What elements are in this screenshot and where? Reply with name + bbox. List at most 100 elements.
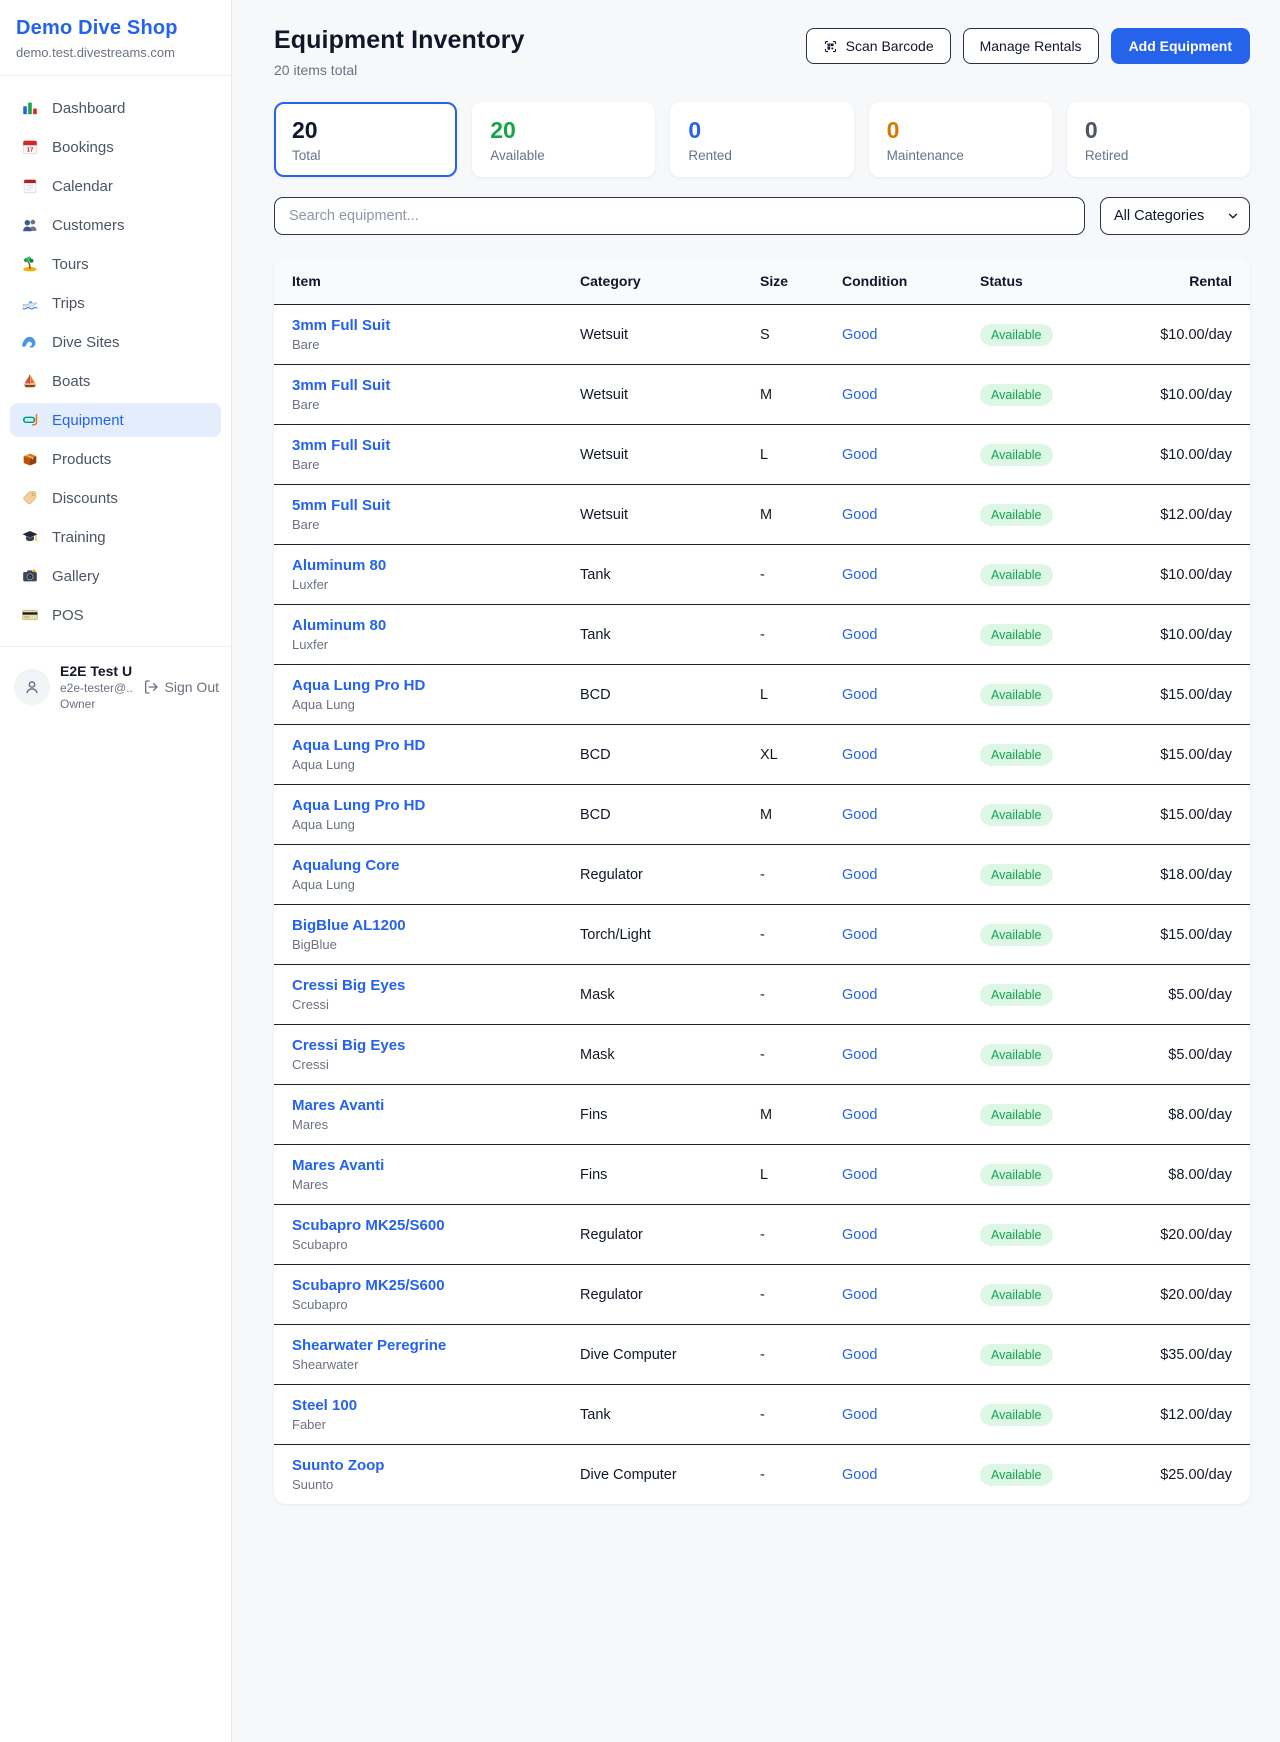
brand-title[interactable]: Demo Dive Shop — [16, 17, 215, 40]
equipment-table: Item Category Size Condition Status Rent… — [274, 258, 1250, 1504]
table-row: Scubapro MK25/S600 Scubapro Regulator - … — [274, 1205, 1250, 1265]
stat-card-available[interactable]: 20 Available — [472, 102, 655, 177]
stat-card-rented[interactable]: 0 Rented — [670, 102, 853, 177]
condition-link[interactable]: Good — [842, 1167, 877, 1183]
people-icon — [21, 216, 39, 234]
item-name-link[interactable]: Scubapro MK25/S600 — [292, 1277, 445, 1294]
item-name-link[interactable]: Aluminum 80 — [292, 617, 386, 634]
condition-link[interactable]: Good — [842, 507, 877, 523]
sidebar-item-tours[interactable]: Tours — [10, 247, 221, 281]
stat-card-total[interactable]: 20 Total — [274, 102, 457, 177]
condition-link[interactable]: Good — [842, 1347, 877, 1363]
stat-value: 0 — [887, 117, 1034, 144]
table-row: Aqua Lung Pro HD Aqua Lung BCD XL Good A… — [274, 725, 1250, 785]
stat-card-retired[interactable]: 0 Retired — [1067, 102, 1250, 177]
condition-link[interactable]: Good — [842, 1407, 877, 1423]
stat-card-maintenance[interactable]: 0 Maintenance — [869, 102, 1052, 177]
item-name-link[interactable]: Cressi Big Eyes — [292, 977, 405, 994]
sidebar-item-equipment[interactable]: Equipment — [10, 403, 221, 437]
item-name-link[interactable]: Scubapro MK25/S600 — [292, 1217, 445, 1234]
item-rental: $15.00/day — [1130, 665, 1250, 725]
item-name-link[interactable]: Aqua Lung Pro HD — [292, 797, 425, 814]
sidebar-item-gallery[interactable]: Gallery — [10, 559, 221, 593]
manage-rentals-button[interactable]: Manage Rentals — [963, 28, 1099, 64]
package-icon — [21, 450, 39, 468]
condition-link[interactable]: Good — [842, 387, 877, 403]
sidebar-item-boats[interactable]: Boats — [10, 364, 221, 398]
sidebar-item-discounts[interactable]: Discounts — [10, 481, 221, 515]
condition-link[interactable]: Good — [842, 327, 877, 343]
item-name-link[interactable]: Aqua Lung Pro HD — [292, 737, 425, 754]
item-size: L — [760, 1145, 842, 1205]
sidebar-nav: Dashboard 17 Bookings Calendar Customers… — [0, 76, 231, 647]
sidebar: Demo Dive Shop demo.test.divestreams.com… — [0, 0, 232, 1742]
condition-link[interactable]: Good — [842, 1287, 877, 1303]
status-badge: Available — [980, 504, 1053, 526]
item-name-link[interactable]: 3mm Full Suit — [292, 377, 390, 394]
app-root: Demo Dive Shop demo.test.divestreams.com… — [0, 0, 1280, 1742]
condition-link[interactable]: Good — [842, 447, 877, 463]
status-badge: Available — [980, 924, 1053, 946]
status-badge: Available — [980, 984, 1053, 1006]
sidebar-item-label: Gallery — [52, 568, 100, 585]
condition-link[interactable]: Good — [842, 747, 877, 763]
table-row: Suunto Zoop Suunto Dive Computer - Good … — [274, 1445, 1250, 1505]
scan-barcode-button[interactable]: Scan Barcode — [806, 28, 951, 64]
item-size: - — [760, 905, 842, 965]
condition-link[interactable]: Good — [842, 987, 877, 1003]
sidebar-item-pos[interactable]: POS — [10, 598, 221, 632]
sidebar-item-trips[interactable]: Trips — [10, 286, 221, 320]
stat-label: Retired — [1085, 148, 1232, 163]
condition-link[interactable]: Good — [842, 1467, 877, 1483]
sidebar-item-label: Training — [52, 529, 106, 546]
item-name-link[interactable]: Aqua Lung Pro HD — [292, 677, 425, 694]
item-category: BCD — [580, 785, 760, 845]
sidebar-item-products[interactable]: Products — [10, 442, 221, 476]
item-name-link[interactable]: Suunto Zoop — [292, 1457, 384, 1474]
table-row: Cressi Big Eyes Cressi Mask - Good Avail… — [274, 1025, 1250, 1085]
item-brand: Bare — [292, 397, 580, 412]
item-name-link[interactable]: Mares Avanti — [292, 1157, 384, 1174]
item-name-link[interactable]: Aqualung Core — [292, 857, 400, 874]
condition-link[interactable]: Good — [842, 687, 877, 703]
condition-link[interactable]: Good — [842, 567, 877, 583]
condition-link[interactable]: Good — [842, 807, 877, 823]
sidebar-item-calendar[interactable]: Calendar — [10, 169, 221, 203]
item-name-link[interactable]: 5mm Full Suit — [292, 497, 390, 514]
sidebar-item-bookings[interactable]: 17 Bookings — [10, 130, 221, 164]
item-brand: Suunto — [292, 1477, 580, 1492]
search-input[interactable] — [274, 197, 1085, 235]
item-size: S — [760, 305, 842, 365]
item-name-link[interactable]: Shearwater Peregrine — [292, 1337, 446, 1354]
item-name-link[interactable]: Steel 100 — [292, 1397, 357, 1414]
sign-out-button[interactable]: Sign Out — [143, 679, 219, 695]
item-name-link[interactable]: 3mm Full Suit — [292, 317, 390, 334]
item-name-link[interactable]: Cressi Big Eyes — [292, 1037, 405, 1054]
item-category: Wetsuit — [580, 305, 760, 365]
credit-card-icon — [21, 606, 39, 624]
item-name-link[interactable]: 3mm Full Suit — [292, 437, 390, 454]
condition-link[interactable]: Good — [842, 627, 877, 643]
sidebar-item-dashboard[interactable]: Dashboard — [10, 91, 221, 125]
status-badge: Available — [980, 1224, 1053, 1246]
condition-link[interactable]: Good — [842, 1047, 877, 1063]
item-name-link[interactable]: Mares Avanti — [292, 1097, 384, 1114]
condition-link[interactable]: Good — [842, 1227, 877, 1243]
item-rental: $8.00/day — [1130, 1085, 1250, 1145]
condition-link[interactable]: Good — [842, 867, 877, 883]
item-size: M — [760, 485, 842, 545]
condition-link[interactable]: Good — [842, 1107, 877, 1123]
sidebar-item-training[interactable]: Training — [10, 520, 221, 554]
table-row: 3mm Full Suit Bare Wetsuit L Good Availa… — [274, 425, 1250, 485]
add-equipment-button[interactable]: Add Equipment — [1111, 28, 1250, 64]
sidebar-item-dive-sites[interactable]: Dive Sites — [10, 325, 221, 359]
category-select[interactable]: All Categories — [1100, 197, 1250, 235]
item-name-link[interactable]: BigBlue AL1200 — [292, 917, 406, 934]
item-brand: Cressi — [292, 997, 580, 1012]
table-row: Aqualung Core Aqua Lung Regulator - Good… — [274, 845, 1250, 905]
item-name-link[interactable]: Aluminum 80 — [292, 557, 386, 574]
sailboat-icon — [21, 372, 39, 390]
condition-link[interactable]: Good — [842, 927, 877, 943]
item-category: Torch/Light — [580, 905, 760, 965]
sidebar-item-customers[interactable]: Customers — [10, 208, 221, 242]
